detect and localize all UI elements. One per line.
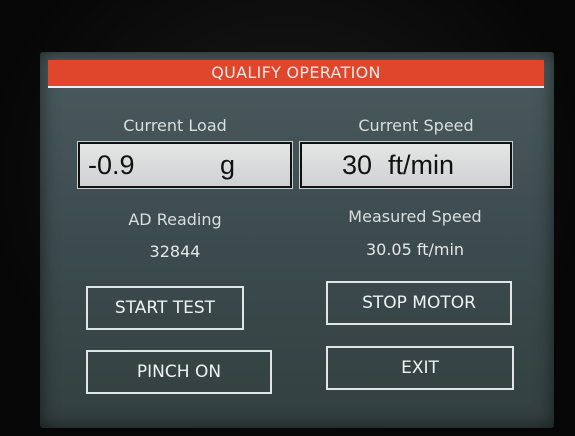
stop-motor-button[interactable]: STOP MOTOR: [326, 281, 512, 325]
measured-speed-value: 30.05 ft/min: [365, 240, 465, 259]
touch-screen: QUALIFY OPERATION Current Load Current S…: [40, 52, 554, 428]
current-speed-unit: ft/min: [388, 150, 455, 180]
current-speed-label: Current Speed: [358, 116, 474, 135]
pinch-on-button[interactable]: PINCH ON: [86, 350, 272, 394]
ad-reading-label: AD Reading: [128, 210, 222, 229]
current-load-display: -0.9 g: [77, 141, 293, 189]
ad-reading-value: 32844: [149, 242, 201, 261]
start-test-button[interactable]: START TEST: [86, 286, 244, 330]
screen-title: QUALIFY OPERATION: [48, 60, 544, 88]
exit-button[interactable]: EXIT: [326, 346, 514, 390]
measured-speed-label: Measured Speed: [348, 207, 482, 226]
current-speed-display: 30 ft/min: [299, 141, 513, 189]
current-load-value: -0.9: [88, 150, 135, 180]
current-load-label: Current Load: [123, 116, 227, 135]
current-load-unit: g: [220, 150, 236, 180]
current-speed-value: 30: [342, 150, 373, 180]
